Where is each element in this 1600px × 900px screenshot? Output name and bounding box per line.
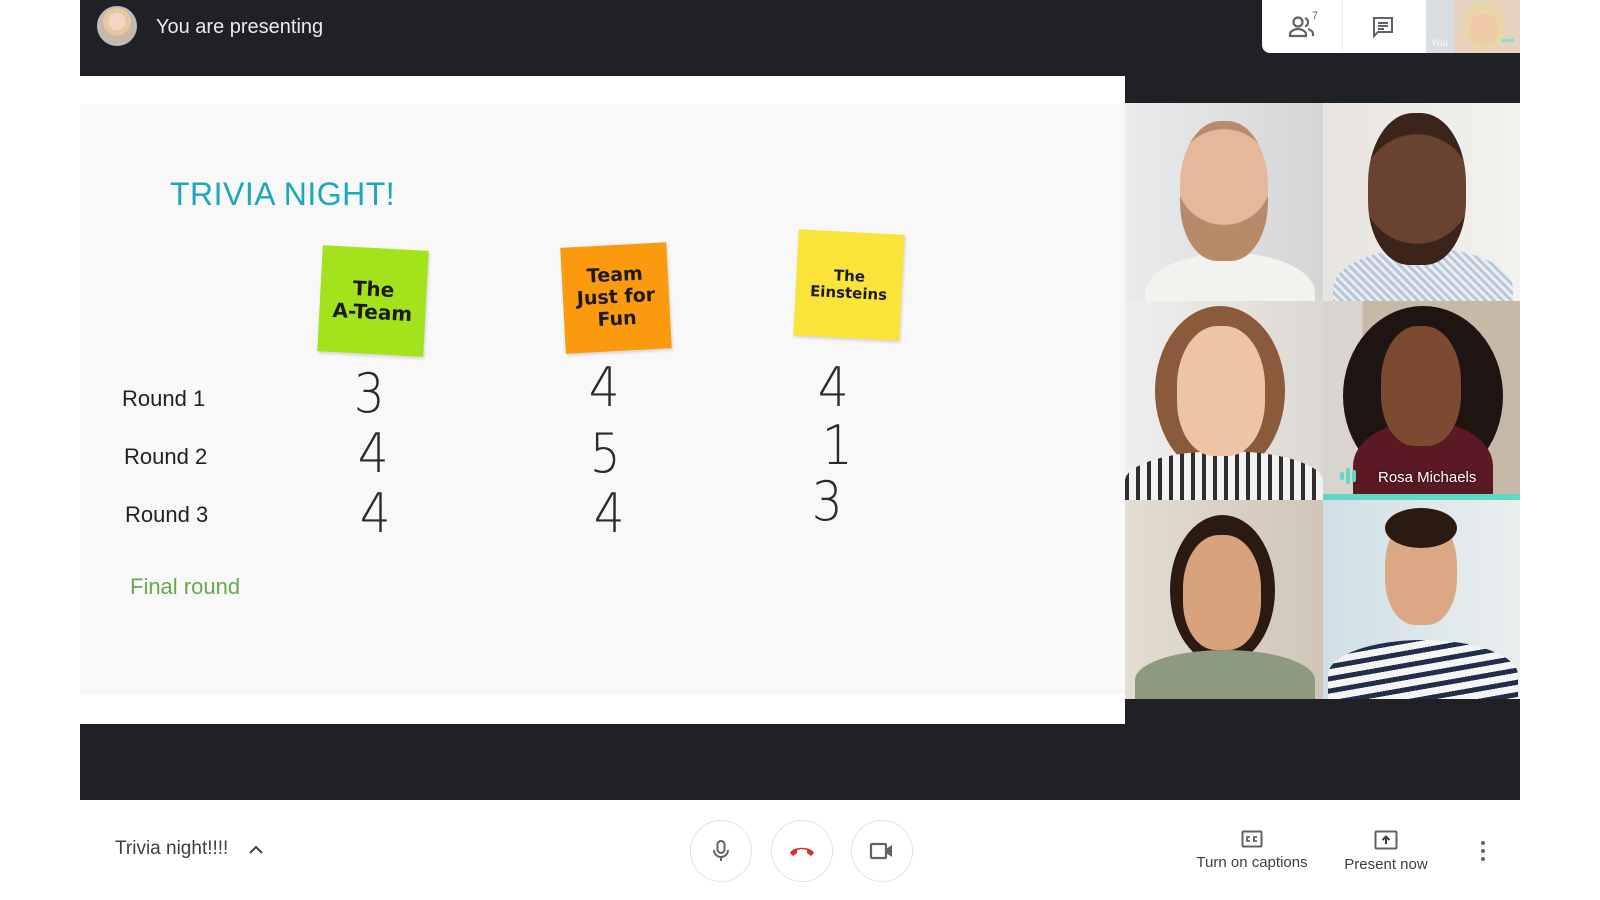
round-label: Round 2 bbox=[124, 444, 208, 469]
participant-face bbox=[1183, 535, 1261, 650]
more-options-dot bbox=[1481, 849, 1485, 853]
participant-tile[interactable] bbox=[1323, 103, 1520, 301]
participant-tile[interactable] bbox=[1323, 500, 1520, 699]
participant-name: Rosa Michaels bbox=[1378, 469, 1477, 486]
score-cell: 4 bbox=[588, 356, 620, 419]
team-name-line: Fun bbox=[596, 306, 638, 331]
team-name-line: A-Team bbox=[331, 297, 413, 327]
hang-up-icon bbox=[790, 847, 814, 856]
more-options-button[interactable] bbox=[1478, 838, 1488, 864]
participant-face bbox=[1381, 326, 1461, 446]
captions-label: Turn on captions bbox=[1196, 854, 1308, 871]
participant-face bbox=[1177, 326, 1265, 456]
meeting-details-title[interactable]: Trivia night!!!! bbox=[115, 838, 228, 860]
score-cell: 3 bbox=[811, 470, 843, 533]
meeting-stage: You are presenting 7 You ●●● TRIVIA NIGH… bbox=[80, 0, 1520, 800]
team-name-line: Einsteins bbox=[809, 281, 888, 304]
slide-title: TRIVIA NIGHT! bbox=[170, 176, 396, 212]
microphone-icon bbox=[713, 840, 729, 861]
closed-captions-icon bbox=[1241, 830, 1263, 848]
score-cell: 4 bbox=[817, 356, 849, 419]
score-cell: 5 bbox=[589, 422, 621, 485]
leave-call-button[interactable] bbox=[771, 820, 833, 882]
participant-tile[interactable] bbox=[1125, 500, 1323, 699]
camera-button[interactable] bbox=[851, 820, 913, 882]
slide-content: TRIVIA NIGHT! The A-Team Team Just for Fun … bbox=[80, 104, 1125, 694]
top-right-panel: 7 You ●●● bbox=[1262, 0, 1520, 53]
chat-icon bbox=[1372, 16, 1393, 38]
more-options-dot bbox=[1481, 841, 1485, 845]
team-name-line: Just for bbox=[576, 284, 656, 311]
participant-face bbox=[1180, 121, 1268, 261]
participant-tile[interactable] bbox=[1125, 301, 1323, 500]
score-cell: 3 bbox=[353, 362, 385, 425]
video-camera-icon bbox=[869, 842, 892, 860]
score-cell: 4 bbox=[593, 482, 625, 545]
round-label: Round 1 bbox=[122, 386, 206, 411]
team-sticky-note: Team Just for Fun bbox=[560, 242, 672, 354]
present-screen-icon bbox=[1374, 830, 1398, 850]
speaking-indicator-icon bbox=[1340, 468, 1356, 484]
score-cell: 4 bbox=[359, 482, 391, 545]
presentation-slide: TRIVIA NIGHT! The A-Team Team Just for Fun … bbox=[80, 76, 1125, 724]
participant-hair bbox=[1385, 508, 1457, 548]
score-cell: 1 bbox=[821, 414, 853, 477]
participant-grid: Rosa Michaels bbox=[1125, 103, 1520, 699]
self-video-thumbnail[interactable]: You ●●● bbox=[1426, 0, 1520, 53]
team-name-line: Team bbox=[586, 262, 644, 288]
presenter-avatar bbox=[97, 6, 137, 46]
presenting-status: You are presenting bbox=[156, 16, 324, 38]
participant-tile-speaking[interactable]: Rosa Michaels bbox=[1323, 301, 1520, 500]
participant-count: 7 bbox=[1312, 10, 1319, 22]
team-sticky-note: The Einsteins bbox=[793, 229, 905, 341]
audio-level-icon: ●●● bbox=[1500, 35, 1515, 45]
self-face bbox=[1464, 2, 1504, 50]
chevron-up-icon[interactable] bbox=[246, 840, 266, 860]
final-round-label: Final round bbox=[130, 574, 241, 599]
present-now-label: Present now bbox=[1344, 856, 1428, 873]
score-cell: 4 bbox=[357, 422, 389, 485]
bottom-control-bar: Trivia night!!!! Turn on captions Presen… bbox=[0, 800, 1600, 900]
top-bar: You are presenting 7 You ●●● bbox=[80, 0, 1520, 76]
chat-button[interactable] bbox=[1342, 0, 1422, 53]
team-name-line: The bbox=[352, 275, 395, 303]
participant-face bbox=[1368, 113, 1466, 265]
show-participants-button[interactable]: 7 bbox=[1262, 0, 1342, 53]
team-sticky-note: The A-Team bbox=[317, 245, 429, 357]
microphone-button[interactable] bbox=[690, 820, 752, 882]
turn-on-captions-button[interactable]: Turn on captions bbox=[1188, 830, 1316, 871]
more-options-dot bbox=[1481, 857, 1485, 861]
participant-tile[interactable] bbox=[1125, 103, 1323, 301]
present-now-button[interactable]: Present now bbox=[1336, 830, 1436, 873]
self-label: You bbox=[1431, 38, 1448, 49]
round-label: Round 3 bbox=[125, 502, 209, 527]
